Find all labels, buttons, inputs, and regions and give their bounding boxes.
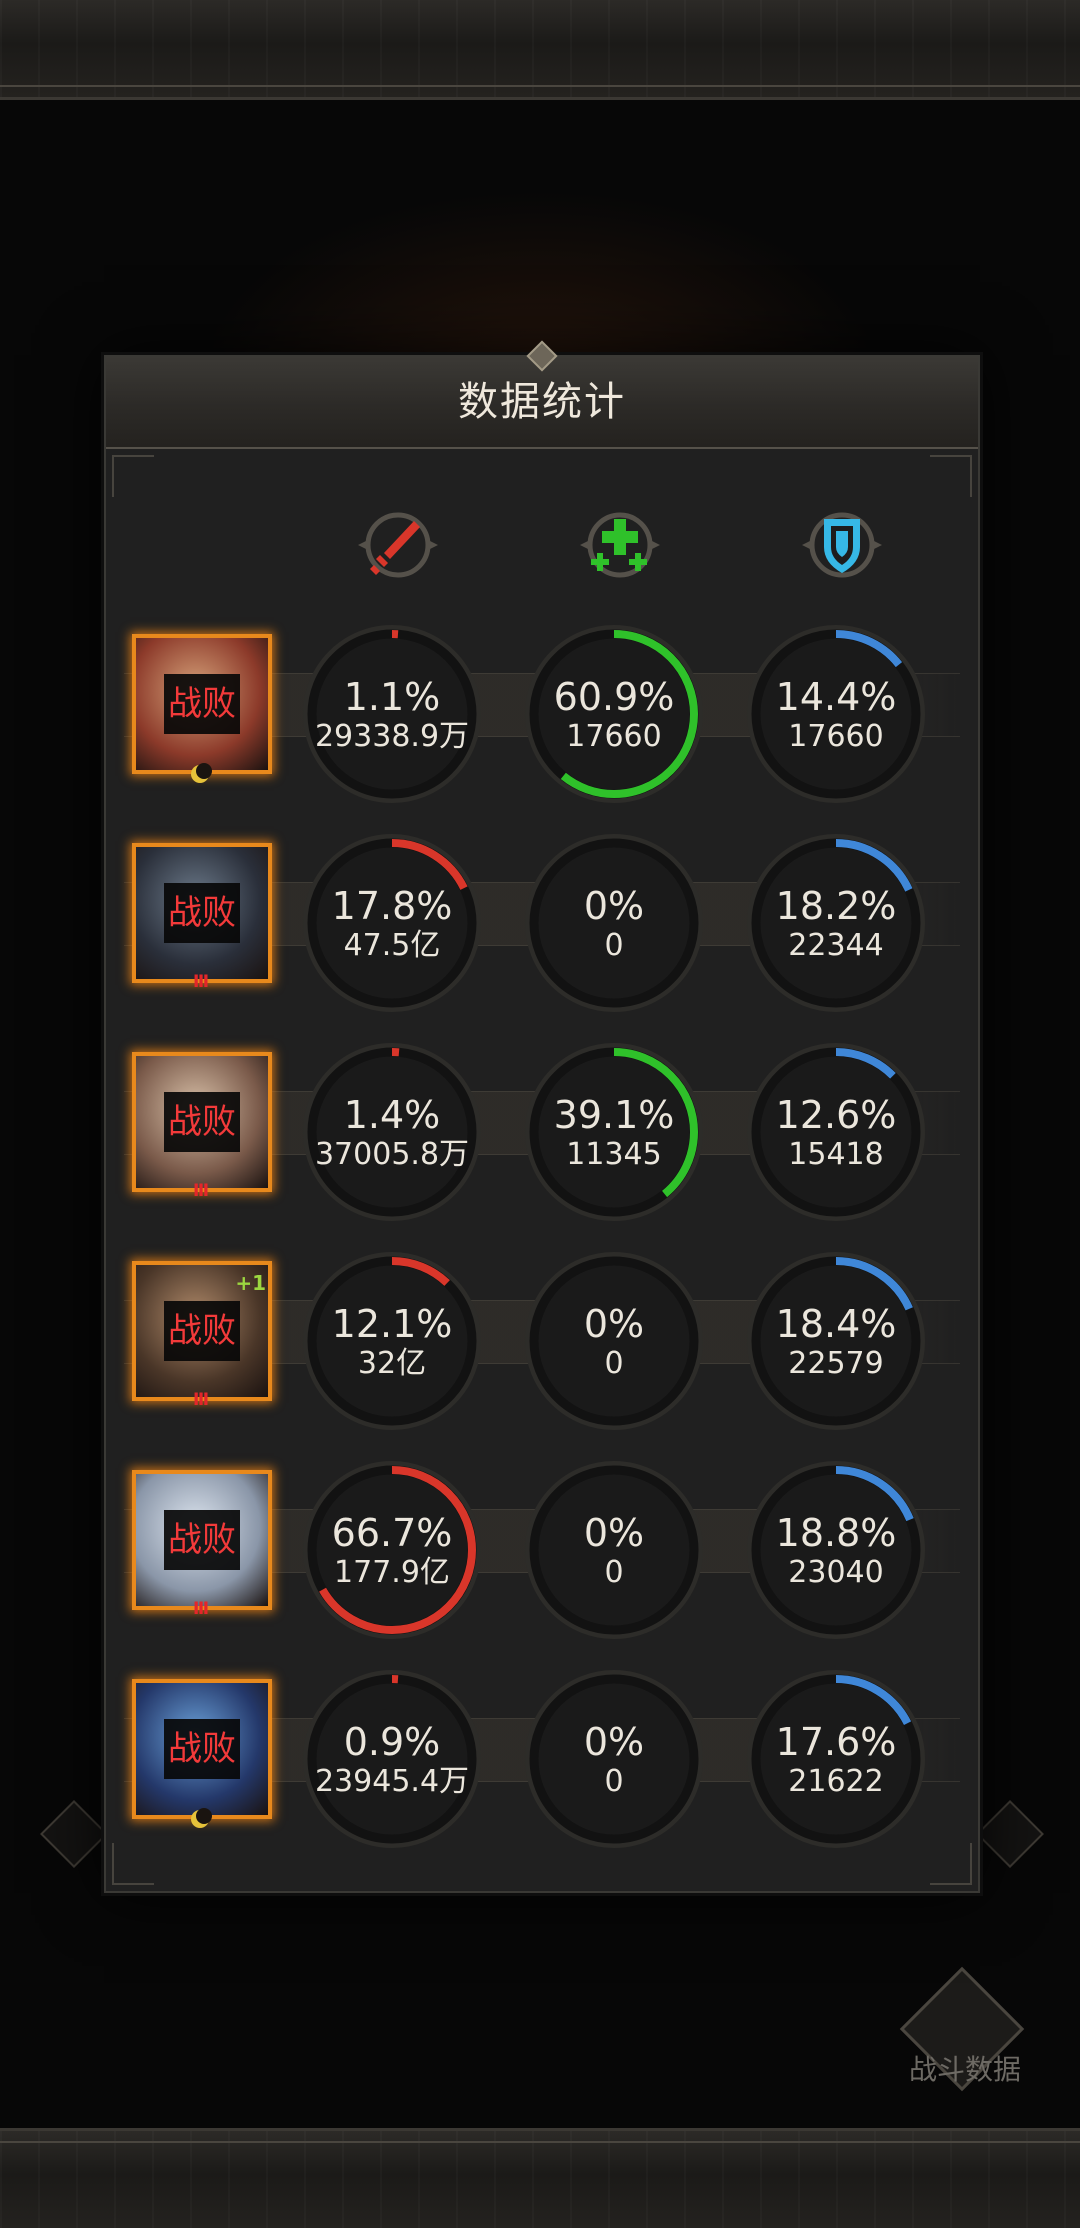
heal-stat-ring: 0% 0	[524, 833, 704, 1013]
heal-percent: 0%	[583, 1511, 645, 1555]
damage-percent: 1.1%	[343, 675, 441, 719]
tank-stat-ring: 12.6% 15418	[746, 1042, 926, 1222]
rank-badge: Ⅲ	[192, 1599, 210, 1619]
shield-column-icon	[794, 507, 890, 583]
tank-value: 22579	[788, 1346, 884, 1381]
rank-badge: Ⅲ	[192, 972, 210, 992]
heal-percent: 60.9%	[553, 675, 675, 719]
bottom-frame	[0, 2128, 1080, 2228]
defeat-label: 战败	[168, 684, 236, 724]
damage-percent: 66.7%	[331, 1511, 453, 1555]
heal-percent: 0%	[583, 1302, 645, 1346]
dialog-title: 数据统计	[458, 379, 626, 425]
damage-percent: 12.1%	[331, 1302, 453, 1346]
stats-dialog: 数据统计 战败 1.1% 29338.9万 60.9% 17660 14.4% …	[104, 340, 980, 1893]
moon-badge-icon	[191, 763, 212, 783]
heal-percent: 0%	[583, 1720, 645, 1764]
tank-stat-ring: 18.2% 22344	[746, 833, 926, 1013]
tank-value: 15418	[788, 1137, 884, 1172]
tank-value: 22344	[788, 928, 884, 963]
heal-stat-ring: 39.1% 11345	[524, 1042, 704, 1222]
heal-value: 11345	[566, 1137, 662, 1172]
heal-column-icon	[572, 507, 668, 583]
corner-ornament	[112, 455, 154, 497]
heal-stat-ring: 0% 0	[524, 1251, 704, 1431]
rank-badge: Ⅲ	[192, 1181, 210, 1201]
hero-portrait[interactable]: 战败 Ⅲ +1	[132, 1261, 272, 1410]
damage-percent: 0.9%	[343, 1720, 441, 1764]
tank-value: 21622	[788, 1764, 884, 1799]
rank-badge: Ⅲ	[192, 1390, 210, 1410]
star-plus-badge: +1	[235, 1271, 266, 1295]
hero-portrait[interactable]: 战败 Ⅲ	[132, 1052, 272, 1201]
damage-stat-ring: 12.1% 32亿	[302, 1251, 482, 1431]
damage-stat-ring: 1.1% 29338.9万	[302, 624, 482, 804]
battle-data-label: 战斗数据	[908, 2053, 1021, 2086]
moon-badge-icon	[191, 1808, 212, 1828]
damage-stat-ring: 0.9% 23945.4万	[302, 1669, 482, 1849]
heal-stat-ring: 0% 0	[524, 1669, 704, 1849]
dialog-header: 数据统计	[106, 340, 978, 449]
damage-stat-ring: 17.8% 47.5亿	[302, 833, 482, 1013]
tank-percent: 18.4%	[775, 1302, 897, 1346]
corner-ornament	[930, 455, 972, 497]
damage-percent: 17.8%	[331, 884, 453, 928]
damage-value: 23945.4万	[314, 1764, 470, 1799]
damage-value: 29338.9万	[314, 719, 470, 754]
defeat-label: 战败	[168, 1729, 236, 1769]
tank-percent: 14.4%	[775, 675, 897, 719]
background-right-arrow	[976, 1800, 1044, 1868]
damage-value: 177.9亿	[334, 1555, 450, 1590]
corner-ornament	[930, 1843, 972, 1885]
heal-value: 0	[604, 1346, 624, 1381]
tank-stat-ring: 17.6% 21622	[746, 1669, 926, 1849]
top-frame	[0, 0, 1080, 100]
tank-stat-ring: 14.4% 17660	[746, 624, 926, 804]
heal-percent: 39.1%	[553, 1093, 675, 1137]
heal-value: 0	[604, 1555, 624, 1590]
heal-stat-ring: 60.9% 17660	[524, 624, 704, 804]
tank-percent: 12.6%	[775, 1093, 897, 1137]
damage-column-icon	[350, 507, 446, 583]
defeat-label: 战败	[168, 893, 236, 933]
defeat-label: 战败	[168, 1102, 236, 1142]
damage-stat-ring: 66.7% 177.9亿	[302, 1460, 482, 1640]
damage-percent: 1.4%	[343, 1093, 441, 1137]
damage-value: 47.5亿	[343, 928, 441, 963]
hero-portrait[interactable]: 战败 Ⅲ	[132, 843, 272, 992]
tank-stat-ring: 18.4% 22579	[746, 1251, 926, 1431]
heal-value: 0	[604, 928, 624, 963]
damage-value: 32亿	[357, 1346, 427, 1381]
heal-percent: 0%	[583, 884, 645, 928]
heal-stat-ring: 0% 0	[524, 1460, 704, 1640]
tank-percent: 17.6%	[775, 1720, 897, 1764]
defeat-label: 战败	[168, 1311, 236, 1351]
heal-value: 0	[604, 1764, 624, 1799]
damage-value: 37005.8万	[314, 1137, 470, 1172]
tank-percent: 18.8%	[775, 1511, 897, 1555]
hero-portrait[interactable]: 战败 Ⅲ	[132, 1470, 272, 1619]
background-left-arrow	[40, 1800, 108, 1868]
tank-stat-ring: 18.8% 23040	[746, 1460, 926, 1640]
corner-ornament	[112, 1843, 154, 1885]
tank-value: 17660	[788, 719, 884, 754]
hero-portrait[interactable]: 战败	[132, 1679, 272, 1828]
dialog-body: 战败 1.1% 29338.9万 60.9% 17660 14.4% 17660 战败 Ⅲ 17.…	[106, 449, 978, 1891]
defeat-label: 战败	[168, 1520, 236, 1560]
damage-stat-ring: 1.4% 37005.8万	[302, 1042, 482, 1222]
hero-portrait[interactable]: 战败	[132, 634, 272, 783]
tank-percent: 18.2%	[775, 884, 897, 928]
tank-value: 23040	[788, 1555, 884, 1590]
heal-value: 17660	[566, 719, 662, 754]
